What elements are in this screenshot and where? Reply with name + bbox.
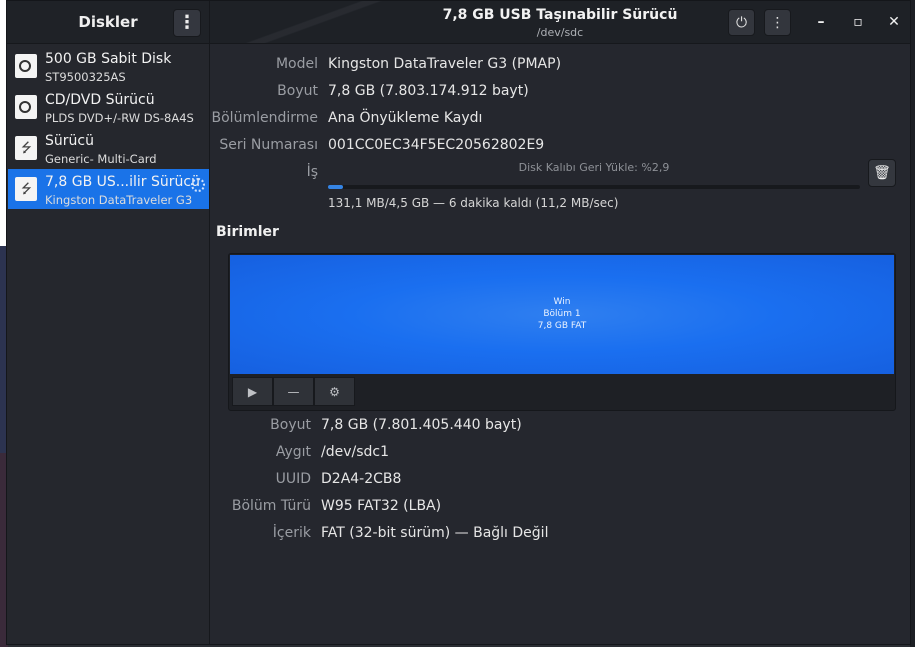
- header-bar: 7,8 GB USB Taşınabilir Sürücü /dev/sdc ⏻…: [210, 1, 910, 44]
- disk-item-hdd[interactable]: 500 GB Sabit Disk ST9500325AS: [8, 46, 209, 86]
- disk-model: ST9500325AS: [45, 70, 126, 84]
- kebab-menu-icon: ⋮: [770, 14, 785, 31]
- vol-size-label: Boyut: [270, 417, 311, 433]
- vol-contents-value: FAT (32-bit sürüm) — Bağlı Değil: [321, 525, 549, 541]
- partition-summary: 7,8 GB FAT: [537, 321, 587, 331]
- gears-icon: ⚙: [329, 384, 340, 399]
- vol-uuid-value: D2A4-2CB8: [321, 471, 402, 487]
- partition-block[interactable]: Win Bölüm 1 7,8 GB FAT: [230, 255, 894, 374]
- optical-drive-icon: [15, 95, 37, 119]
- drive-title: 7,8 GB USB Taşınabilir Sürücü: [442, 7, 678, 23]
- disk-name: 7,8 GB US...ilir Sürücü: [45, 174, 200, 190]
- disk-name: CD/DVD Sürücü: [45, 92, 155, 108]
- disk-model: Generic- Multi-Card: [45, 152, 157, 166]
- vol-device-value: /dev/sdc1: [321, 444, 390, 460]
- vol-size-value: 7,8 GB (7.801.405.440 bayt): [321, 417, 522, 433]
- size-label: Boyut: [277, 83, 318, 99]
- minimize-button[interactable]: –: [812, 13, 830, 31]
- mount-button[interactable]: ▶: [232, 377, 273, 406]
- model-value: Kingston DataTraveler G3 (PMAP): [328, 56, 562, 72]
- disks-window: Diskler ⋮ 500 GB Sabit Disk ST9500325AS …: [6, 0, 911, 645]
- usb-drive-icon: [15, 136, 37, 161]
- disk-item-usb-selected[interactable]: 7,8 GB US...ilir Sürücü Kingston DataTra…: [8, 169, 209, 209]
- delete-partition-button[interactable]: —: [273, 377, 314, 406]
- sidebar: Diskler ⋮ 500 GB Sabit Disk ST9500325AS …: [7, 1, 210, 644]
- partition-number: Bölüm 1: [543, 309, 581, 319]
- job-label: İş: [306, 164, 318, 180]
- play-icon: ▶: [247, 384, 258, 399]
- serial-value: 001CC0EC34F5EC20562802E9: [328, 137, 545, 153]
- job-progress-fill: [328, 185, 344, 189]
- hard-disk-icon: [15, 54, 37, 78]
- cancel-job-button[interactable]: 🗑: [868, 159, 896, 187]
- drive-device-path: /dev/sdc: [536, 26, 584, 39]
- job-progress-bar: [328, 185, 860, 189]
- disk-model: PLDS DVD+/-RW DS-8A4S: [45, 111, 194, 125]
- app-menu-button[interactable]: ⋮: [173, 9, 201, 37]
- partitioning-label: Bölümlendirme: [211, 110, 318, 126]
- disk-name: Sürücü: [45, 133, 94, 149]
- job-description: Disk Kalıbı Geri Yükle: %2,9: [518, 161, 670, 174]
- usb-drive-icon: [15, 177, 37, 202]
- disk-item-optical[interactable]: CD/DVD Sürücü PLDS DVD+/-RW DS-8A4S: [8, 87, 209, 127]
- close-button[interactable]: ✕: [885, 13, 903, 31]
- power-off-button[interactable]: ⏻: [728, 9, 755, 36]
- power-icon: ⏻: [735, 14, 748, 31]
- disk-item-card-reader[interactable]: Sürücü Generic- Multi-Card: [8, 128, 209, 168]
- sidebar-header: Diskler ⋮: [7, 1, 209, 44]
- vol-contents-label: İçerik: [272, 525, 311, 541]
- job-stats: 131,1 MB/4,5 GB — 6 dakika kaldı (11,2 M…: [328, 196, 619, 210]
- model-label: Model: [275, 56, 318, 72]
- partition-options-button[interactable]: ⚙: [314, 377, 355, 406]
- partitioning-value: Ana Önyükleme Kaydı: [328, 110, 483, 126]
- vol-type-value: W95 FAT32 (LBA): [321, 498, 442, 514]
- busy-spinner-icon: [191, 178, 205, 192]
- disk-name: 500 GB Sabit Disk: [45, 51, 172, 67]
- vol-uuid-label: UUID: [275, 471, 311, 487]
- serial-label: Seri Numarası: [219, 137, 318, 153]
- drive-details: Model Kingston DataTraveler G3 (PMAP) Bo…: [210, 44, 910, 644]
- volume-toolbar: ▶ — ⚙: [232, 377, 355, 406]
- maximize-button[interactable]: ▫: [849, 13, 867, 31]
- minus-icon: —: [287, 384, 300, 399]
- disk-model: Kingston DataTraveler G3: [45, 193, 193, 207]
- size-value: 7,8 GB (7.803.174.912 bayt): [328, 83, 529, 99]
- vol-type-label: Bölüm Türü: [231, 498, 311, 514]
- drive-menu-button[interactable]: ⋮: [764, 9, 791, 36]
- partition-label: Win: [553, 297, 571, 307]
- volumes-section-title: Birimler: [216, 224, 279, 240]
- trash-icon: 🗑: [873, 165, 891, 181]
- volume-map: Win Bölüm 1 7,8 GB FAT ▶ — ⚙: [228, 253, 896, 411]
- vol-device-label: Aygıt: [275, 444, 311, 460]
